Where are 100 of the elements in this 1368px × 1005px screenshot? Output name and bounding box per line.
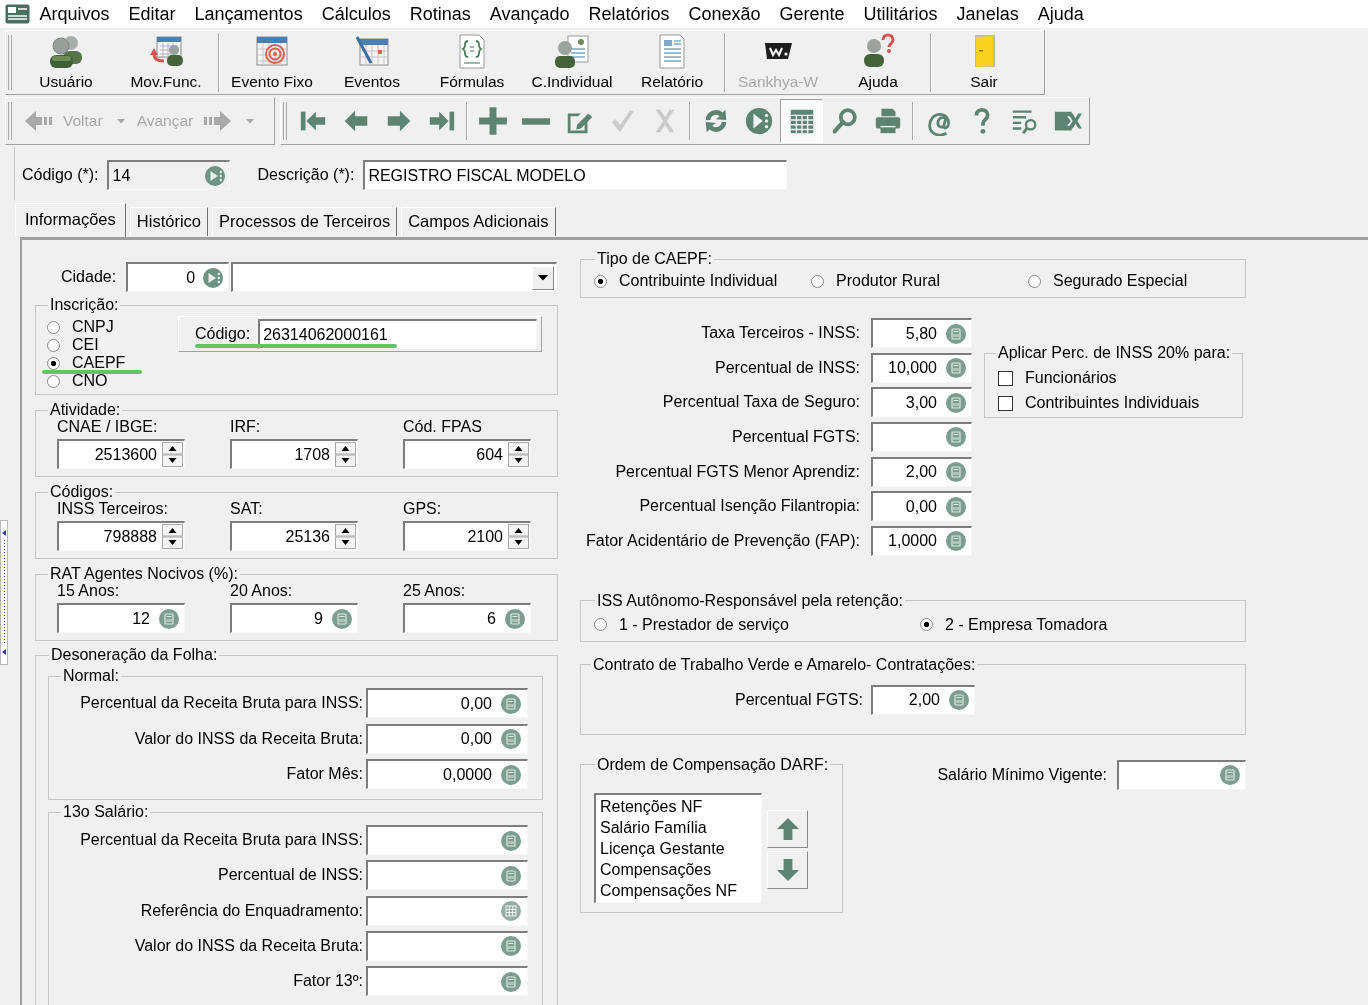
number-field[interactable]: 1708 [230,439,358,469]
calculator-icon[interactable] [501,729,521,749]
list-item[interactable]: Licença Gestante [600,837,757,859]
move-up-button[interactable] [767,809,808,848]
number-field[interactable]: 12 [57,603,185,633]
menu-item[interactable]: Gerente [770,2,855,26]
calculator-icon[interactable] [332,608,352,629]
menu-item[interactable]: Avançado [480,2,579,26]
menu-item[interactable]: Arquivos [30,2,120,26]
toolbar-button[interactable]: Fórmulas [422,31,522,94]
number-field[interactable]: 3,00 [871,387,972,418]
calculator-icon[interactable] [501,830,521,851]
calculator-icon[interactable] [946,358,966,379]
toolbar-button[interactable]: Relatório [622,31,722,94]
spinner-buttons[interactable] [508,524,529,549]
play-circle-icon[interactable] [205,165,226,186]
number-field[interactable] [366,966,528,996]
menu-item[interactable]: Editar [119,2,186,26]
tab[interactable]: Campos Adicionais [401,207,556,236]
toolbar-button[interactable]: Ajuda [828,31,928,94]
calculator-icon[interactable] [946,496,966,517]
app-icon[interactable] [5,4,30,24]
number-field[interactable] [366,860,528,891]
code-field[interactable]: 14 [107,160,231,190]
spinner-buttons[interactable] [162,442,183,467]
menu-item[interactable]: Ajuda [1028,2,1094,26]
code-field[interactable]: 0 [126,262,230,292]
toolbar-button[interactable]: C.Individual [522,31,622,94]
calculator-icon[interactable] [946,462,966,483]
list-item[interactable]: Salário Família [600,816,757,838]
number-field[interactable]: 0,00 [366,688,528,718]
calculator-icon[interactable] [501,865,521,886]
list-item[interactable]: Compensações [600,858,757,880]
spinner-buttons[interactable] [335,442,356,467]
radio-button[interactable] [1028,274,1041,288]
calculator-icon[interactable] [501,693,521,714]
tab[interactable]: Processos de Terceiros [212,207,398,236]
radio-button[interactable] [920,618,933,632]
menu-item[interactable]: Relatórios [578,2,679,26]
radio-button[interactable] [47,320,60,334]
text-field[interactable]: 26314062000161 [258,319,538,349]
spinner-buttons[interactable] [335,524,356,549]
list-item[interactable]: Compensações NF [600,879,757,901]
calculator-icon[interactable] [505,608,525,629]
calculator-icon[interactable] [946,531,966,552]
radio-button[interactable] [47,338,60,352]
calculator-icon[interactable] [501,936,521,957]
menu-item[interactable]: Rotinas [400,2,481,26]
menu-item[interactable]: Lançamentos [185,2,313,26]
calculator-icon[interactable] [501,971,521,992]
calculator-icon[interactable] [946,392,966,413]
toolbar-button[interactable] [780,99,823,143]
move-down-button[interactable] [767,850,808,889]
calculator-icon[interactable] [946,427,966,448]
toolbar-button[interactable]: Evento Fixo [222,31,322,94]
calculator-icon[interactable] [949,690,969,711]
spinner-buttons[interactable] [508,442,529,467]
number-field[interactable]: 5,80 [871,318,972,348]
number-field[interactable] [871,421,972,452]
number-field[interactable]: 6 [403,603,531,633]
number-field[interactable] [366,895,528,926]
menu-item[interactable]: Cálculos [312,2,401,26]
number-field[interactable]: 604 [403,439,531,469]
number-field[interactable]: 10,000 [871,352,972,383]
grid-circle-icon[interactable] [501,901,521,921]
checkbox[interactable] [998,370,1013,386]
menu-item[interactable]: Janelas [947,2,1029,26]
number-field[interactable]: 0,00 [871,491,972,522]
number-field[interactable] [366,930,528,961]
radio-button[interactable] [594,618,607,632]
dropdown-field[interactable] [231,262,558,292]
number-field[interactable]: 0,0000 [366,759,528,789]
dropdown-button[interactable] [532,265,555,290]
calculator-icon[interactable] [501,764,521,785]
list-item[interactable]: Retenções NF [600,795,757,817]
radio-button[interactable] [594,274,607,288]
number-field[interactable]: 2,00 [871,684,975,715]
number-field[interactable]: 0,00 [366,723,528,754]
number-field[interactable]: 798888 [57,521,185,551]
number-field[interactable]: 9 [230,603,358,633]
checkbox[interactable] [998,395,1013,411]
toolbar-button[interactable]: Mov.Func. [116,31,216,94]
spinner-buttons[interactable] [162,524,183,549]
number-field[interactable] [1117,759,1246,790]
calculator-icon[interactable] [159,608,179,629]
number-field[interactable]: 25136 [230,521,358,551]
toolbar-button[interactable]: Usuário [16,31,116,94]
menu-item[interactable]: Utilitários [854,2,948,26]
toolbar-button[interactable]: Eventos [322,31,422,94]
radio-button[interactable] [47,356,60,370]
menu-item[interactable]: Conexão [679,2,771,26]
radio-button[interactable] [811,274,824,288]
number-field[interactable]: 2513600 [57,439,185,469]
calculator-icon[interactable] [1220,765,1240,786]
play-circle-icon[interactable] [203,267,224,288]
number-field[interactable]: 1,0000 [871,525,972,556]
splitter-handle[interactable] [0,520,8,665]
calculator-icon[interactable] [946,323,966,344]
toolbar-button[interactable]: Sair [934,31,1034,94]
tab[interactable]: Informações [15,203,126,237]
